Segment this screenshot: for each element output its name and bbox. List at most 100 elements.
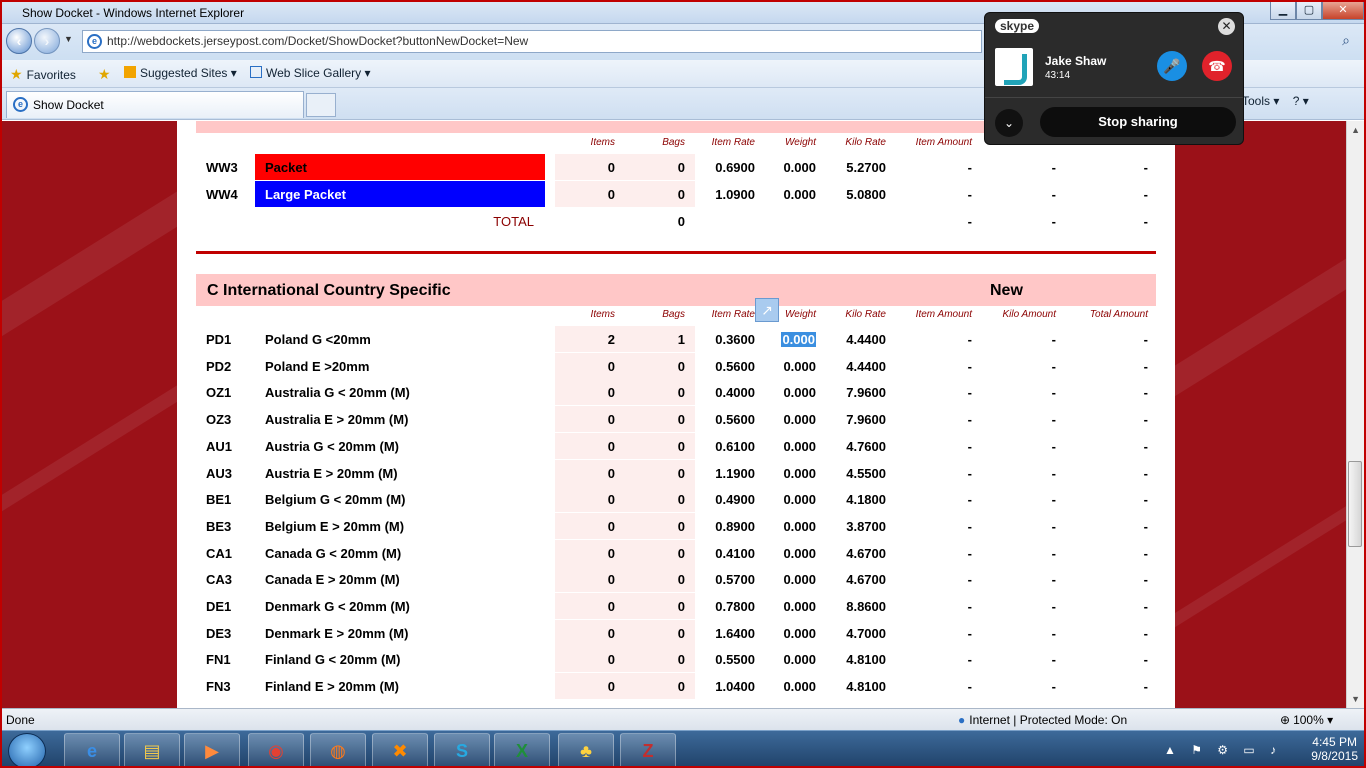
bags-value[interactable]: 0 <box>625 466 685 481</box>
kilo-rate-value: 5.2700 <box>846 160 886 175</box>
items-value[interactable]: 0 <box>555 492 615 507</box>
stop-sharing-button[interactable]: Stop sharing <box>1040 107 1236 137</box>
items-value[interactable]: 0 <box>555 572 615 587</box>
weight-value[interactable]: 0.000 <box>762 599 816 614</box>
weight-value[interactable]: 0.000 <box>762 332 816 347</box>
tools-menu[interactable]: Tools ▾ <box>1242 94 1279 108</box>
weight-value[interactable]: 0.000 <box>762 359 816 374</box>
clock[interactable]: 4:45 PM 9/8/2015 <box>1311 735 1358 763</box>
hang-up-icon[interactable]: ☎ <box>1202 51 1232 81</box>
items-value[interactable]: 0 <box>555 466 615 481</box>
tab-show-docket[interactable]: e Show Docket <box>6 91 304 118</box>
microphone-icon[interactable]: 🎤 <box>1157 51 1187 81</box>
taskbar-excel-icon[interactable]: X <box>494 733 550 766</box>
bags-value[interactable]: 0 <box>625 492 685 507</box>
bags-value[interactable]: 0 <box>625 359 685 374</box>
weight-value[interactable]: 0.000 <box>762 439 816 454</box>
favorites-button[interactable]: ★ Favorites <box>10 66 76 83</box>
maximize-button[interactable]: ▢ <box>1296 2 1322 20</box>
items-value[interactable]: 0 <box>555 679 615 694</box>
help-menu[interactable]: ? ▾ <box>1293 94 1309 108</box>
suggested-sites-link[interactable]: Suggested Sites ▾ <box>124 66 237 80</box>
taskbar-xampp-icon[interactable]: ✖ <box>372 733 428 766</box>
row-code: WW4 <box>206 187 238 202</box>
bags-value[interactable]: 0 <box>625 187 685 202</box>
forward-button[interactable]: › <box>34 28 60 54</box>
bags-value[interactable]: 0 <box>625 519 685 534</box>
items-value[interactable]: 0 <box>555 626 615 641</box>
bags-value[interactable]: 0 <box>625 412 685 427</box>
address-bar[interactable]: e http://webdockets.jerseypost.com/Docke… <box>82 30 982 53</box>
back-button[interactable]: ‹ <box>6 28 32 54</box>
items-value[interactable]: 0 <box>555 385 615 400</box>
row-code: CA3 <box>206 572 233 588</box>
weight-value[interactable]: 0.000 <box>762 572 816 587</box>
bags-value[interactable]: 0 <box>625 626 685 641</box>
bags-value[interactable]: 0 <box>625 160 685 175</box>
row-description: Australia G < 20mm (M) <box>265 385 410 401</box>
bags-value[interactable]: 0 <box>625 439 685 454</box>
taskbar-chrome-icon[interactable]: ◉ <box>248 733 304 766</box>
taskbar-internet-explorer-icon[interactable]: e <box>64 733 120 766</box>
scroll-up-icon[interactable]: ▲ <box>1351 125 1360 135</box>
weight-value[interactable]: 0.000 <box>762 546 816 561</box>
table-row: DE3 Denmark E > 20mm (M) 0 0 1.6400 0.000 4.70… <box>196 619 1156 646</box>
items-value[interactable]: 0 <box>555 187 615 202</box>
item-amount-value: - <box>967 625 972 641</box>
bags-value[interactable]: 0 <box>625 652 685 667</box>
system-tray-icons[interactable]: ▲ ⚑ ⚙ ▭ ♪ <box>1164 743 1282 757</box>
bags-value[interactable]: 0 <box>625 599 685 614</box>
taskbar-teapot-icon[interactable]: ♣ <box>558 733 614 766</box>
taskbar-media-player-icon[interactable]: ▶ <box>184 733 240 766</box>
weight-value[interactable]: 0.000 <box>762 385 816 400</box>
close-button[interactable]: ✕ <box>1322 2 1364 20</box>
item-rate-value: 0.7800 <box>715 599 755 614</box>
items-value[interactable]: 0 <box>555 439 615 454</box>
web-slice-gallery-link[interactable]: Web Slice Gallery ▾ <box>250 66 371 80</box>
weight-value[interactable]: 0.000 <box>762 187 816 202</box>
weight-value[interactable]: 0.000 <box>762 160 816 175</box>
weight-value[interactable]: 0.000 <box>762 679 816 694</box>
row-code: DE1 <box>206 599 232 614</box>
bags-value[interactable]: 0 <box>625 572 685 587</box>
items-value[interactable]: 0 <box>555 519 615 534</box>
items-value[interactable]: 0 <box>555 412 615 427</box>
weight-value[interactable]: 0.000 <box>762 412 816 427</box>
zoom-control[interactable]: ⊕ 100% ▾ <box>1280 713 1333 727</box>
add-favorites-icon[interactable]: ★ <box>98 66 115 83</box>
taskbar-skype-icon[interactable]: S <box>434 733 490 766</box>
table-row: CA3 Canada E > 20mm (M) 0 0 0.5700 0.000 4.670… <box>196 566 1156 593</box>
weight-value[interactable]: 0.000 <box>762 652 816 667</box>
security-zone[interactable]: ● Internet | Protected Mode: On <box>958 713 1127 727</box>
taskbar-file-explorer-icon[interactable]: ▤ <box>124 733 180 766</box>
history-dropdown-icon[interactable]: ▼ <box>64 34 73 44</box>
weight-value[interactable]: 0.000 <box>762 626 816 641</box>
start-button[interactable] <box>8 733 46 766</box>
bags-value[interactable]: 0 <box>625 385 685 400</box>
items-value[interactable]: 0 <box>555 652 615 667</box>
bags-value[interactable]: 0 <box>625 679 685 694</box>
items-value[interactable]: 0 <box>555 359 615 374</box>
items-value[interactable]: 0 <box>555 546 615 561</box>
weight-value[interactable]: 0.000 <box>762 519 816 534</box>
weight-value[interactable]: 0.000 <box>762 466 816 481</box>
scroll-down-icon[interactable]: ▼ <box>1351 694 1360 704</box>
weight-value[interactable]: 0.000 <box>762 492 816 507</box>
scrollbar-thumb[interactable] <box>1348 461 1362 547</box>
items-value[interactable]: 2 <box>555 332 615 347</box>
chevron-down-icon[interactable]: ⌄ <box>995 109 1023 137</box>
accelerator-icon[interactable]: ↗ <box>755 298 779 322</box>
new-tab-button[interactable] <box>306 93 336 117</box>
page-viewport: Items Bags Item Rate Weight Kilo Rate It… <box>2 121 1350 708</box>
items-value[interactable]: 0 <box>555 599 615 614</box>
minimize-button[interactable]: ▁ <box>1270 2 1296 20</box>
bags-value[interactable]: 1 <box>625 332 685 347</box>
taskbar-filezilla-icon[interactable]: Z <box>620 733 676 766</box>
taskbar-firefox-icon[interactable]: ◍ <box>310 733 366 766</box>
total-amount-value: - <box>1143 572 1148 588</box>
vertical-scrollbar[interactable]: ▲ ▼ <box>1346 121 1364 708</box>
close-icon[interactable]: ✕ <box>1218 18 1235 35</box>
items-value[interactable]: 0 <box>555 160 615 175</box>
bags-value[interactable]: 0 <box>625 546 685 561</box>
search-icon[interactable]: ⌕ <box>1342 32 1350 49</box>
